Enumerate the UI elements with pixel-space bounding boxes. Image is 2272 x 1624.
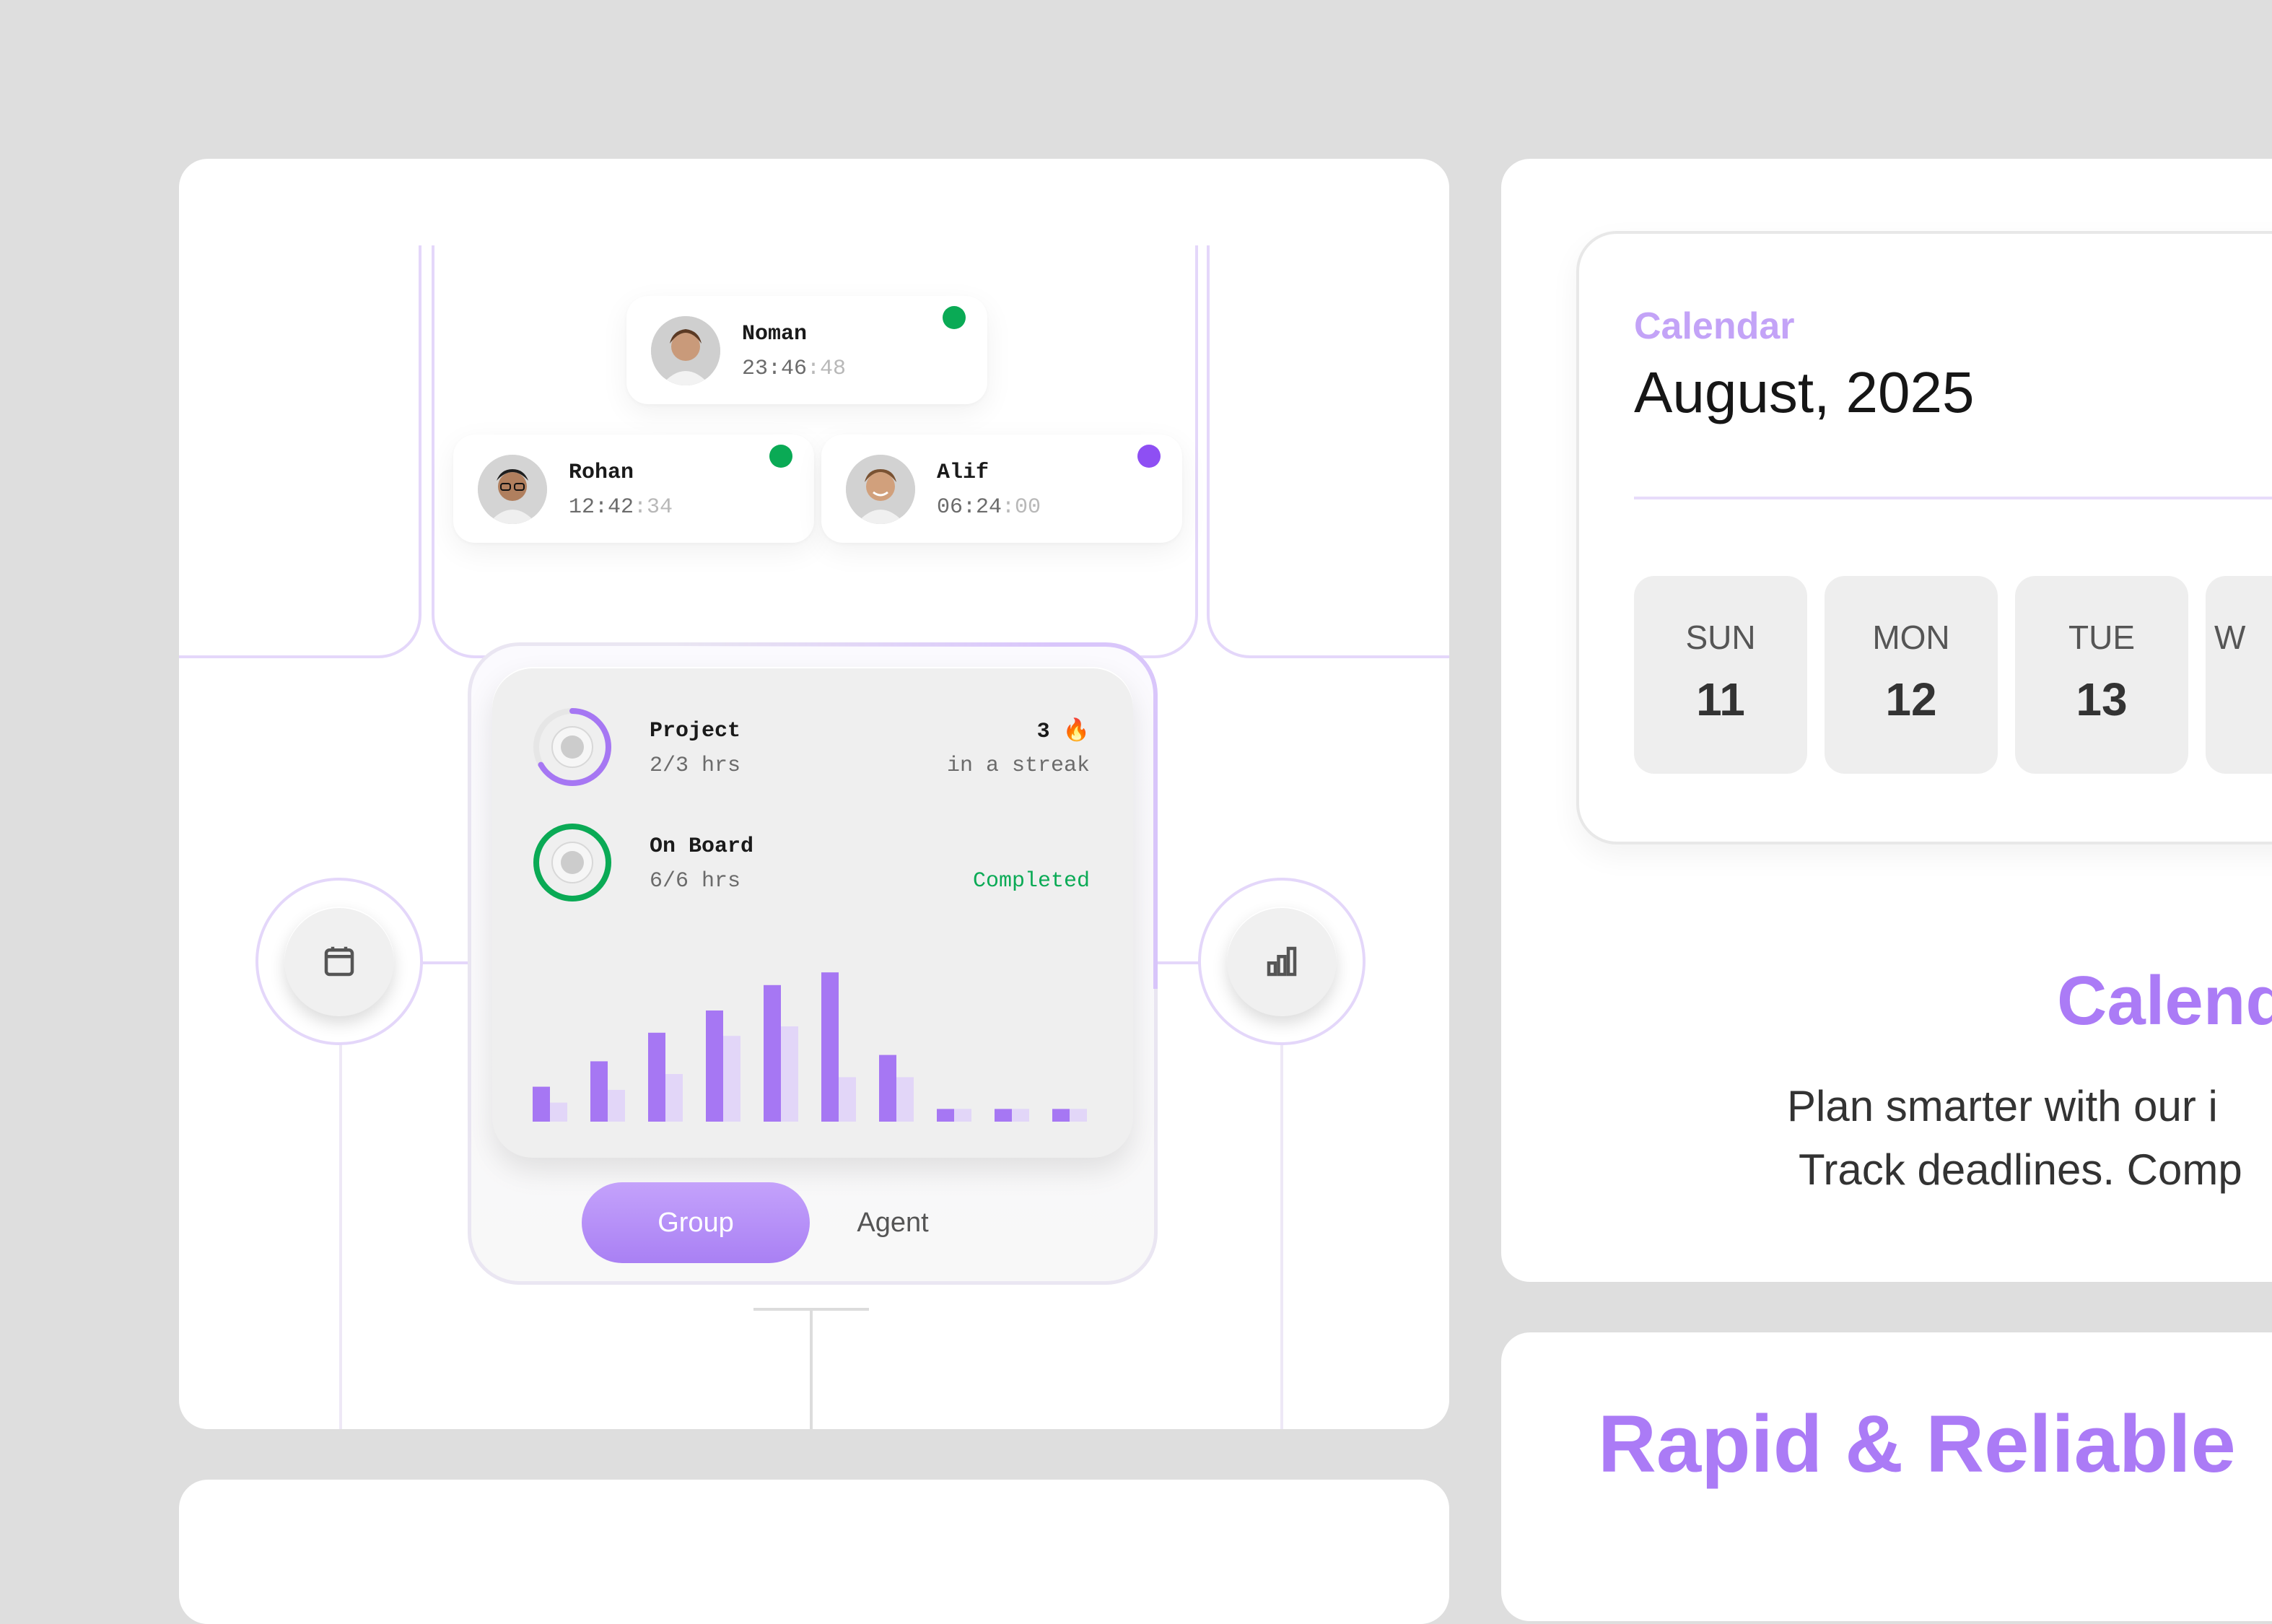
user-name: Rohan	[569, 460, 634, 485]
connector-stem-bottom-v	[810, 1309, 813, 1429]
streak-label: in a streak	[946, 754, 1090, 778]
user-timer: 12:42:34	[569, 495, 673, 520]
online-status-dot	[943, 306, 966, 329]
fire-icon: 🔥	[1062, 720, 1090, 744]
chart-bar-s2-9	[1012, 1109, 1029, 1122]
chart-bar-s1-10	[1052, 1109, 1070, 1122]
chart-bar-s1-9	[995, 1109, 1012, 1122]
feature-description-line-1: Plan smarter with our i	[1787, 1082, 2218, 1130]
day-name: W	[2214, 619, 2246, 656]
day-tile[interactable]: MON 12	[1825, 576, 1998, 774]
activity-bar-chart	[533, 972, 1087, 1122]
onboard-hours: 6/6 hrs	[650, 869, 741, 894]
chart-bar-s1-6	[821, 972, 839, 1122]
chart-bar-s2-10	[1070, 1109, 1087, 1122]
chart-bar-s2-4	[723, 1036, 740, 1122]
away-status-dot	[1137, 445, 1161, 468]
user-name: Alif	[937, 460, 989, 485]
chart-bar-s2-1	[550, 1102, 567, 1122]
onboard-title: On Board	[650, 834, 754, 859]
calendar-button-ring	[255, 878, 423, 1045]
calendar-feature-card: Calendar August, 2025 SUN 11 MON 12 TUE …	[1501, 159, 2272, 1282]
day-tile[interactable]: TUE 13	[2015, 576, 2188, 774]
tab-agent[interactable]: Agent	[810, 1182, 976, 1263]
team-activity-card: Noman 23:46:48 Rohan 12:42:34 Alif 06:24…	[179, 159, 1449, 1429]
online-status-dot	[769, 445, 792, 468]
onboard-status: Completed	[972, 869, 1090, 894]
day-tile[interactable]: SUN 11	[1634, 576, 1807, 774]
avatar	[651, 316, 720, 385]
connector-line-v-right	[1280, 1044, 1283, 1429]
chart-bar-s1-1	[533, 1086, 550, 1122]
avatar	[846, 455, 915, 524]
user-timer: 06:24:00	[937, 495, 1041, 520]
chart-bar-s1-5	[764, 985, 781, 1122]
day-number: 13	[2076, 673, 2128, 725]
project-hours: 2/3 hrs	[650, 754, 741, 778]
rapid-reliable-card: Rapid & Reliable	[1501, 1332, 2272, 1621]
feature-title: Calend	[2057, 962, 2272, 1039]
team-member-rohan[interactable]: Rohan 12:42:34	[453, 435, 814, 543]
feature-description-line-2: Track deadlines. Comp	[1799, 1145, 2242, 1194]
user-timer: 23:46:48	[742, 357, 847, 381]
day-name: MON	[1872, 619, 1950, 656]
team-member-alif[interactable]: Alif 06:24:00	[821, 435, 1182, 543]
chart-bar-s2-2	[608, 1090, 625, 1122]
chart-bar-s2-8	[954, 1109, 971, 1122]
day-number: 12	[1885, 673, 1937, 725]
calendar-label: Calendar	[1634, 305, 1795, 347]
user-name: Noman	[742, 322, 808, 346]
bar-chart-icon	[1267, 946, 1297, 977]
day-name: TUE	[2068, 619, 2135, 656]
day-number: 11	[1696, 673, 1745, 725]
chart-bar-s1-2	[590, 1061, 608, 1122]
tab-group[interactable]: Group	[582, 1182, 810, 1263]
day-tile[interactable]: W	[2206, 576, 2272, 774]
connector-line-left	[179, 245, 421, 658]
calendar-month: August, 2025	[1634, 360, 1975, 424]
chart-bar-s1-4	[706, 1010, 723, 1122]
divider	[1634, 497, 2272, 499]
analytics-button[interactable]	[1227, 907, 1337, 1016]
chart-bar-s2-3	[665, 1074, 683, 1122]
next-card	[179, 1480, 1449, 1624]
day-name: SUN	[1685, 619, 1756, 656]
chart-bar-s2-6	[839, 1077, 856, 1122]
project-progress-ring	[533, 708, 611, 786]
chart-bar-s1-3	[648, 1032, 665, 1122]
onboard-progress-ring	[533, 824, 611, 902]
team-member-noman[interactable]: Noman 23:46:48	[626, 296, 987, 404]
chart-bar-s2-7	[896, 1077, 914, 1122]
calendar-button[interactable]	[284, 907, 394, 1016]
calendar-icon	[324, 946, 354, 977]
chart-bar-s2-5	[781, 1026, 798, 1122]
project-title: Project	[650, 719, 741, 743]
rapid-title: Rapid & Reliable	[1598, 1399, 2236, 1489]
analytics-button-ring	[1198, 878, 1366, 1045]
connector-line-v-left	[339, 1044, 342, 1429]
connector-line-right	[1207, 245, 1449, 658]
calendar-widget: Calendar August, 2025 SUN 11 MON 12 TUE …	[1576, 231, 2272, 844]
chart-bar-s1-7	[879, 1055, 896, 1122]
chart-bar-s1-8	[937, 1109, 954, 1122]
stats-panel: Project 2/3 hrs 3 🔥 in a streak On Board…	[492, 667, 1133, 1158]
avatar	[478, 455, 547, 524]
streak-count: 3 🔥	[1036, 720, 1090, 744]
